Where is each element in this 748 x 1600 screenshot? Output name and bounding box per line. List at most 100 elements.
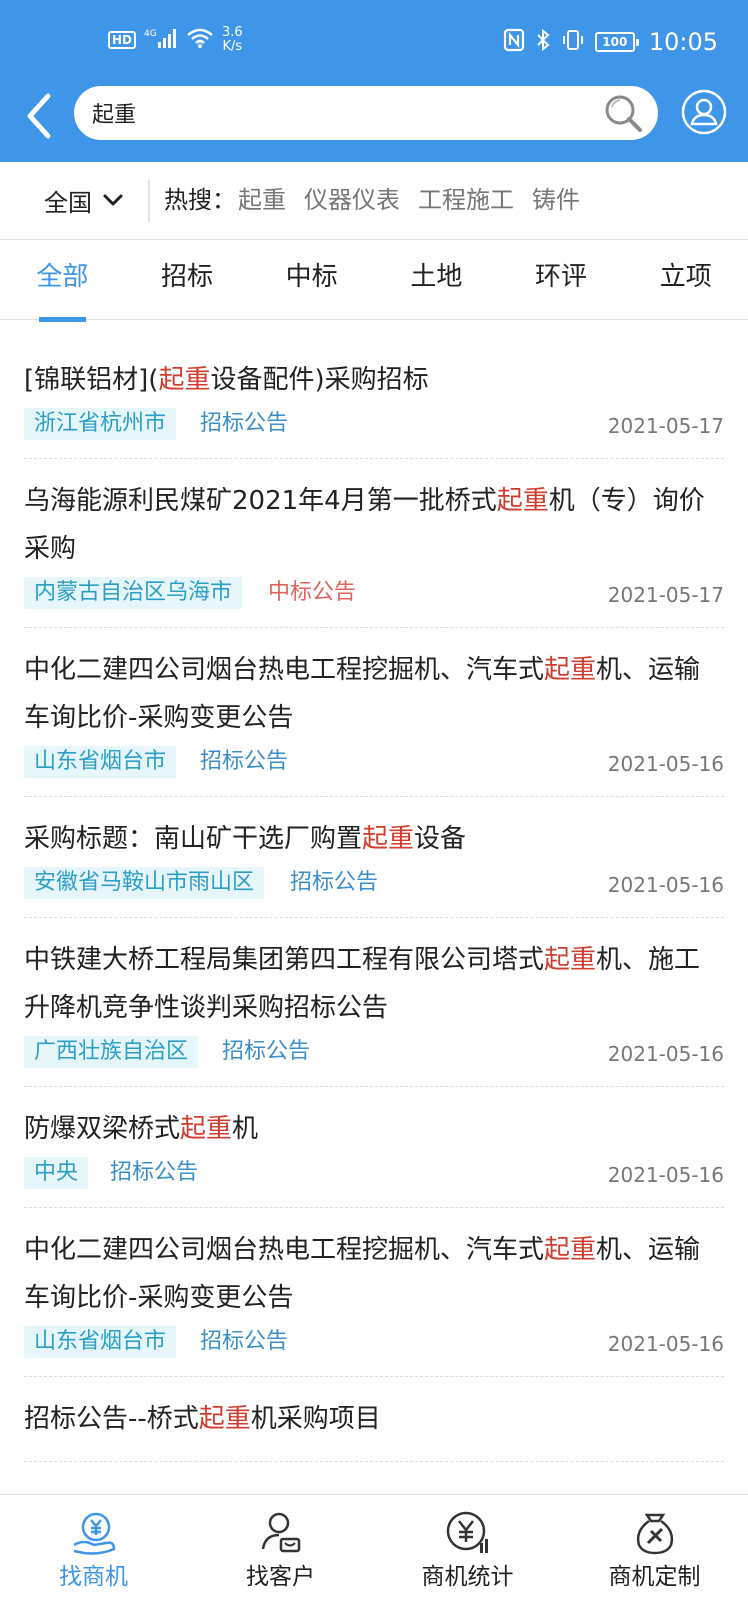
nav-find-customers[interactable]: 找客户: [187, 1495, 374, 1600]
title-text: 中化二建四公司烟台热电工程挖掘机、汽车式: [24, 655, 545, 685]
title-text: 采购标题：南山矿干选厂购置: [24, 824, 363, 854]
customer-icon: [261, 1512, 300, 1553]
region-select[interactable]: 全国: [44, 182, 124, 218]
category-tabs: 全部 招标 中标 土地 环评 立项: [0, 240, 748, 322]
keyword-highlight: 起重: [158, 365, 211, 395]
search-input[interactable]: [92, 86, 572, 140]
hot-search-item[interactable]: 起重: [238, 182, 286, 218]
nav-label: 商机定制: [608, 1564, 701, 1590]
type-tag: 招标公告: [290, 870, 379, 895]
tab-project[interactable]: 立项: [623, 240, 748, 319]
region-label: 全国: [44, 188, 92, 217]
type-tag: 招标公告: [200, 749, 289, 774]
region-tag: 安徽省马鞍山市雨山区: [24, 867, 265, 899]
item-meta: 山东省烟台市 招标公告 2021-05-16: [24, 1326, 724, 1358]
region-tag: 浙江省杭州市: [24, 408, 177, 440]
publish-date: 2021-05-16: [607, 1332, 724, 1356]
hd-badge: HD: [108, 31, 137, 49]
item-meta: 安徽省马鞍山市雨山区 招标公告 2021-05-16: [24, 867, 724, 899]
results-list: [锦联铝材](起重设备配件)采购招标 浙江省杭州市 招标公告 2021-05-1…: [24, 322, 724, 1492]
list-item[interactable]: 招标公告--桥式起重机采购项目: [24, 1377, 724, 1462]
status-left: HD 4G 3.6 K/s: [108, 26, 243, 54]
battery-icon: 100: [594, 32, 639, 52]
title-text: 机采购项目: [250, 1404, 381, 1434]
nav-label: 找客户: [246, 1564, 315, 1590]
bottom-nav: 找商机 找客户 商机统计 商机定制: [0, 1494, 748, 1600]
type-tag: 招标公告: [222, 1039, 311, 1064]
title-text: 防爆双梁桥式: [24, 1114, 181, 1144]
hot-search-item[interactable]: 仪器仪表: [304, 182, 400, 218]
list-item[interactable]: 中铁建大桥工程局集团第四工程有限公司塔式起重机、施工升降机竞争性谈判采购招标公告…: [24, 918, 724, 1087]
title-text: 中铁建大桥工程局集团第四工程有限公司塔式: [24, 945, 545, 975]
net-speed: 3.6 K/s: [222, 26, 243, 54]
tab-eia[interactable]: 环评: [499, 240, 624, 319]
filter-row: 全国 热搜： 起重 仪器仪表 工程施工 铸件: [0, 162, 748, 240]
profile-button[interactable]: [680, 88, 728, 136]
region-tag: 内蒙古自治区乌海市: [24, 577, 243, 609]
publish-date: 2021-05-16: [607, 752, 724, 776]
title-text: [锦联铝材](: [24, 365, 159, 395]
keyword-highlight: 起重: [544, 1235, 597, 1265]
item-title: 采购标题：南山矿干选厂购置起重设备: [24, 815, 724, 863]
chevron-down-icon: [103, 194, 123, 206]
status-right: 100 10:05: [503, 24, 718, 60]
signal-icon: 4G: [144, 27, 178, 53]
title-text: 乌海能源利民煤矿2021年4月第一批桥式: [24, 486, 497, 516]
nav-find-opportunities[interactable]: 找商机: [0, 1495, 187, 1600]
publish-date: 2021-05-17: [607, 583, 724, 607]
region-tag: 山东省烟台市: [24, 1326, 177, 1358]
item-meta: 广西壮族自治区 招标公告 2021-05-16: [24, 1036, 724, 1068]
region-tag: 广西壮族自治区: [24, 1036, 199, 1068]
hot-search-item[interactable]: 工程施工: [418, 182, 514, 218]
divider: [148, 180, 150, 222]
network-type: 4G: [144, 29, 157, 39]
publish-date: 2021-05-16: [607, 873, 724, 897]
list-item[interactable]: 乌海能源利民煤矿2021年4月第一批桥式起重机（专）询价采购 内蒙古自治区乌海市…: [24, 459, 724, 628]
title-text: 机: [232, 1114, 259, 1144]
wifi-icon: [186, 27, 214, 53]
clock: 10:05: [648, 28, 718, 56]
region-tag: 中央: [24, 1157, 89, 1189]
item-title: 中化二建四公司烟台热电工程挖掘机、汽车式起重机、运输车询比价-采购变更公告: [24, 646, 724, 742]
item-title: 防爆双梁桥式起重机: [24, 1105, 724, 1153]
hot-search-list: 起重 仪器仪表 工程施工 铸件: [238, 182, 580, 218]
tab-land[interactable]: 土地: [374, 240, 499, 319]
bluetooth-icon: [535, 28, 551, 56]
type-tag: 招标公告: [200, 411, 289, 436]
item-title: [锦联铝材](起重设备配件)采购招标: [24, 356, 724, 404]
title-text: 中化二建四公司烟台热电工程挖掘机、汽车式: [24, 1235, 545, 1265]
tab-tender[interactable]: 招标: [125, 240, 250, 319]
vibrate-icon: [561, 28, 585, 56]
type-tag: 中标公告: [268, 580, 357, 605]
tab-all[interactable]: 全部: [0, 240, 125, 322]
net-speed-value: 3.6: [222, 25, 243, 40]
search-icon[interactable]: [602, 92, 644, 134]
title-text: 设备配件)采购招标: [210, 365, 429, 395]
type-tag: 招标公告: [200, 1329, 289, 1354]
user-icon: [681, 89, 727, 135]
tab-award[interactable]: 中标: [249, 240, 374, 319]
publish-date: 2021-05-17: [607, 414, 724, 438]
nfc-icon: [503, 28, 525, 56]
hot-search-label: 热搜：: [164, 186, 236, 214]
status-bar: HD 4G 3.6 K/s 100 10:05: [0, 0, 748, 84]
publish-date: 2021-05-16: [607, 1042, 724, 1066]
publish-date: 2021-05-16: [607, 1163, 724, 1187]
back-button[interactable]: [18, 88, 62, 144]
list-item[interactable]: 防爆双梁桥式起重机 中央 招标公告 2021-05-16: [24, 1087, 724, 1208]
nav-customize[interactable]: 商机定制: [561, 1495, 748, 1600]
list-item[interactable]: 中化二建四公司烟台热电工程挖掘机、汽车式起重机、运输车询比价-采购变更公告 山东…: [24, 628, 724, 797]
custom-bag-icon: [636, 1513, 673, 1555]
hot-search-item[interactable]: 铸件: [532, 182, 580, 218]
item-title: 中化二建四公司烟台热电工程挖掘机、汽车式起重机、运输车询比价-采购变更公告: [24, 1226, 724, 1322]
nav-label: 商机统计: [421, 1564, 514, 1590]
item-title: 乌海能源利民煤矿2021年4月第一批桥式起重机（专）询价采购: [24, 477, 724, 573]
yuan-hand-icon: [72, 1512, 115, 1555]
nav-statistics[interactable]: 商机统计: [374, 1495, 561, 1600]
item-meta: 山东省烟台市 招标公告 2021-05-16: [24, 746, 724, 778]
title-text: 设备: [414, 824, 467, 854]
list-item[interactable]: [锦联铝材](起重设备配件)采购招标 浙江省杭州市 招标公告 2021-05-1…: [24, 322, 724, 459]
list-item[interactable]: 中化二建四公司烟台热电工程挖掘机、汽车式起重机、运输车询比价-采购变更公告 山东…: [24, 1208, 724, 1377]
item-meta: 中央 招标公告 2021-05-16: [24, 1157, 724, 1189]
list-item[interactable]: 采购标题：南山矿干选厂购置起重设备 安徽省马鞍山市雨山区 招标公告 2021-0…: [24, 797, 724, 918]
